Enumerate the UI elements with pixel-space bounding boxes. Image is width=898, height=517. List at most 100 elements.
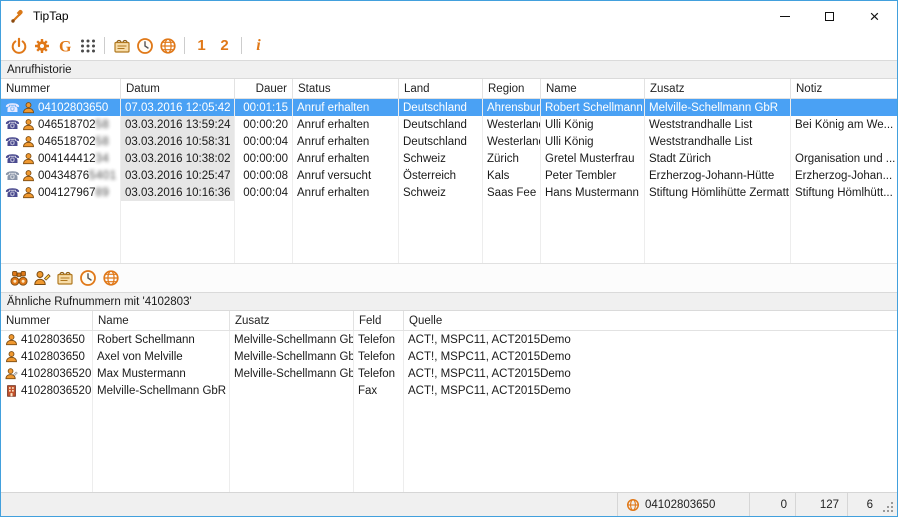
minimize-icon <box>780 16 790 17</box>
settings-gear-icon <box>33 37 51 55</box>
settings-button[interactable] <box>30 34 53 58</box>
column-header-notiz[interactable]: Notiz <box>791 79 897 98</box>
line1-button[interactable]: 1 <box>190 34 213 58</box>
column-header-zusatz[interactable]: Zusatz <box>230 311 354 330</box>
column-header-quelle[interactable]: Quelle <box>404 311 897 330</box>
column-header-nummer[interactable]: Nummer <box>1 311 93 330</box>
status-count-c: 6 <box>847 493 881 516</box>
similar-section-title: Ähnliche Rufnummern mit '4102803' <box>7 296 192 308</box>
column-header-status[interactable]: Status <box>293 79 399 98</box>
history-row[interactable]: ☎0041279678903.03.2016 10:16:3600:00:04A… <box>1 184 897 201</box>
statusbar: 04102803650 0 127 6 <box>1 492 897 516</box>
phone-number: 046518702 <box>38 136 96 148</box>
similar-row[interactable]: 4102803650Robert SchellmannMelville-Sche… <box>1 331 897 348</box>
status-count-b: 127 <box>795 493 847 516</box>
contact-icon <box>5 350 18 363</box>
column-header-label: Datum <box>126 83 160 95</box>
cardfile-icon <box>113 37 131 55</box>
line2-button[interactable]: 2 <box>213 34 236 58</box>
history-cell-nummer: ☎04651870258 <box>1 133 121 150</box>
web-search-button[interactable] <box>156 34 179 58</box>
contact-edit-button[interactable] <box>30 266 53 290</box>
minimize-button[interactable] <box>762 1 807 31</box>
similar-cell-zusatz: Melville-Schellmann GbR <box>230 348 354 365</box>
column-header-nummer[interactable]: Nummer <box>1 79 121 98</box>
call-received-icon: ☎ <box>5 153 20 165</box>
history-cell-dauer: 00:00:20 <box>235 116 293 133</box>
column-header-datum[interactable]: Datumˆ <box>121 79 235 98</box>
history-table-body: ☎ 04102803650 07.03.2016 12:05:4200:01:15A… <box>1 99 897 201</box>
column-header-region[interactable]: Region <box>483 79 541 98</box>
history-cell-datum: 07.03.2016 12:05:42 <box>121 99 235 116</box>
info-button[interactable]: i <box>247 34 270 58</box>
contact-edit-icon <box>5 367 18 380</box>
close-button[interactable]: × <box>852 1 897 31</box>
call-history-icon <box>79 269 97 287</box>
line1-label: 1 <box>197 37 205 54</box>
column-header-feld[interactable]: Feld <box>354 311 404 330</box>
phone-number: 41028036520 <box>21 368 91 380</box>
phone-number: 00434876 <box>38 170 89 182</box>
column-header-dauer[interactable]: Dauer <box>235 79 293 98</box>
column-header-name[interactable]: Name <box>93 311 230 330</box>
history-cell-status: Anruf erhalten <box>293 133 399 150</box>
contact-icon <box>22 135 35 148</box>
call-history-button[interactable] <box>76 266 99 290</box>
contacts-cardfile-button[interactable] <box>110 34 133 58</box>
history-cell-notiz: Bei König am We... <box>791 116 897 133</box>
column-header-zusatz[interactable]: Zusatz <box>645 79 791 98</box>
history-row[interactable]: ☎0410280365007.03.2016 12:05:4200:01:15A… <box>1 99 897 116</box>
column-header-name[interactable]: Name <box>541 79 645 98</box>
phone-number: 4102803650 <box>21 334 85 346</box>
history-cell-name: Robert Schellmann <box>541 99 645 116</box>
column-header-land[interactable]: Land <box>399 79 483 98</box>
similar-row[interactable]: 4102803650Axel von MelvilleMelville-Sche… <box>1 348 897 365</box>
similar-cell-nummer: 41028036520 <box>1 382 93 399</box>
history-row[interactable]: ☎0465187025803.03.2016 13:59:2400:00:20A… <box>1 116 897 133</box>
history-cell-region: Westerland <box>483 116 541 133</box>
resize-grip[interactable] <box>881 493 897 516</box>
similar-cell-name: Max Mustermann <box>93 365 230 382</box>
dial-g-icon: G <box>56 37 74 55</box>
column-header-label: Status <box>298 83 331 95</box>
history-cell-name: Hans Mustermann <box>541 184 645 201</box>
history-cell-dauer: 00:01:15 <box>235 99 293 116</box>
similar-cell-quelle: ACT!, MSPC11, ACT2015Demo <box>404 365 897 382</box>
keypad-button[interactable] <box>76 34 99 58</box>
similar-row[interactable]: 41028036520Max MustermannMelville-Schell… <box>1 365 897 382</box>
titlebar[interactable]: TipTap × <box>1 1 897 31</box>
contact-icon <box>22 169 35 182</box>
contact-icon <box>22 101 35 114</box>
call-history-button[interactable] <box>133 34 156 58</box>
phone-number-redacted: 58 <box>96 119 110 131</box>
history-cell-datum: 03.03.2016 13:59:24 <box>121 116 235 133</box>
history-cell-dauer: 00:00:04 <box>235 133 293 150</box>
phone-number: 41028036520 <box>21 385 91 397</box>
contacts-cardfile-button[interactable] <box>53 266 76 290</box>
history-cell-zusatz: Stiftung Hömlihütte Zermatt <box>645 184 791 201</box>
history-section-header: Anrufhistorie <box>1 60 897 79</box>
power-button[interactable] <box>7 34 30 58</box>
history-cell-notiz: Stiftung Hömlhütt... <box>791 184 897 201</box>
filler-cell <box>230 399 354 492</box>
window-title: TipTap <box>33 9 69 23</box>
info-icon: i <box>256 37 260 55</box>
history-cell-name: Ulli König <box>541 133 645 150</box>
history-row[interactable]: ☎0465187025803.03.2016 10:58:3100:00:04A… <box>1 133 897 150</box>
maximize-button[interactable] <box>807 1 852 31</box>
similar-row[interactable]: 41028036520Melville-Schellmann GbRFaxACT… <box>1 382 897 399</box>
filler-cell <box>121 201 235 263</box>
history-row[interactable]: ☎00434876540103.03.2016 10:25:4700:00:08… <box>1 167 897 184</box>
contact-icon <box>5 333 18 346</box>
filler-cell <box>93 399 230 492</box>
history-cell-status: Anruf erhalten <box>293 116 399 133</box>
history-row[interactable]: ☎0041444123403.03.2016 10:38:0200:00:00A… <box>1 150 897 167</box>
maximize-icon <box>825 12 834 21</box>
call-attempted-icon: ☎ <box>5 170 20 182</box>
similar-cell-quelle: ACT!, MSPC11, ACT2015Demo <box>404 348 897 365</box>
find-button[interactable] <box>7 266 30 290</box>
web-search-button[interactable] <box>99 266 122 290</box>
phone-number: 04102803650 <box>38 102 108 114</box>
history-cell-notiz <box>791 99 897 116</box>
dial-button[interactable]: G <box>53 34 76 58</box>
